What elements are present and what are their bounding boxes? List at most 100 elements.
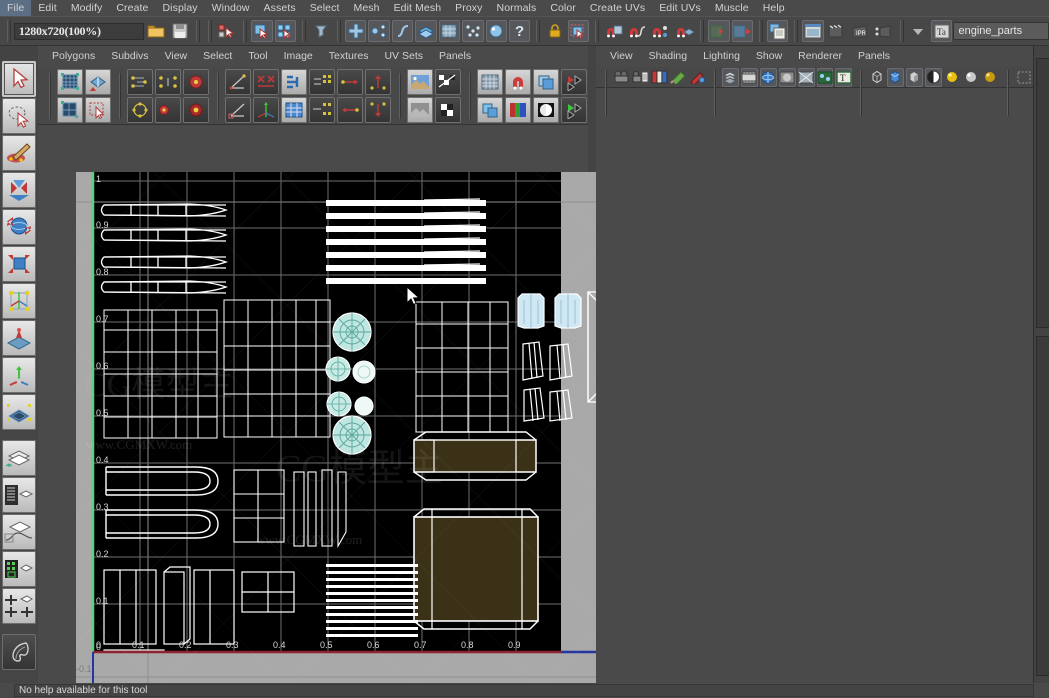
menu-item-window[interactable]: Window (205, 0, 257, 16)
persp-menu-item-view[interactable]: View (602, 46, 641, 67)
right-panel-section-1[interactable] (1036, 58, 1049, 328)
snap-to-curve-icon[interactable] (391, 20, 414, 42)
magnet-curve-icon[interactable] (626, 20, 647, 42)
hardware-texture-icon[interactable] (759, 67, 777, 87)
menu-item-modify[interactable]: Modify (64, 0, 110, 16)
uv-menu-item-textures[interactable]: Textures (321, 46, 377, 67)
menu-item-edit-uvs[interactable]: Edit UVs (652, 0, 708, 16)
paint-effects-icon[interactable] (2, 634, 36, 670)
uv-cycle-icon[interactable] (155, 96, 181, 123)
universal-manipulator-tool[interactable] (2, 283, 36, 319)
select-tool[interactable] (2, 61, 36, 97)
persp-graph-layout[interactable] (2, 514, 36, 550)
menu-item-select[interactable]: Select (303, 0, 347, 16)
paint-scene-icon[interactable] (670, 68, 687, 87)
uv-image-display-icon[interactable] (407, 68, 433, 95)
lighting-icon[interactable] (778, 67, 796, 87)
uv-move-sew-icon[interactable] (253, 96, 279, 123)
single-perspective-layout[interactable] (2, 440, 36, 476)
uv-unitize-icon[interactable] (183, 96, 209, 123)
uv-grid-toggle-icon[interactable] (477, 68, 503, 95)
magnet-point-icon[interactable] (650, 20, 671, 42)
menu-item-normals[interactable]: Normals (490, 0, 544, 16)
uv-menu-item-polygons[interactable]: Polygons (44, 46, 103, 67)
all-lights-icon[interactable] (963, 68, 980, 87)
uv-shade-toggle-icon[interactable] (477, 96, 503, 123)
uv-magnet-snap-icon[interactable] (505, 68, 531, 95)
rotate-tool[interactable] (2, 209, 36, 245)
construction-history-icon[interactable] (485, 20, 507, 42)
menu-item-muscle[interactable]: Muscle (708, 0, 756, 16)
smooth-shade-icon[interactable] (740, 67, 758, 87)
outliner-persp-layout[interactable] (2, 477, 36, 513)
default-light-icon[interactable] (944, 68, 961, 87)
selection-name-field[interactable]: engine_parts (953, 22, 1049, 40)
attribute-editor-icon[interactable] (766, 20, 789, 42)
soft-modification-tool[interactable] (2, 320, 36, 356)
scale-tool[interactable] (2, 246, 36, 282)
bookmark-icon[interactable] (651, 68, 668, 87)
render-view-icon[interactable] (802, 20, 824, 42)
uv-flip-icon[interactable] (85, 68, 111, 95)
render-current-frame-icon[interactable] (826, 20, 847, 42)
menu-item-proxy[interactable]: Proxy (448, 0, 489, 16)
flat-shade-cube-icon[interactable] (906, 67, 924, 87)
lock-icon[interactable] (544, 20, 565, 42)
uv-split-icon[interactable] (225, 96, 251, 123)
magnet-grid-icon[interactable] (603, 20, 624, 42)
uv-checker-toggle-icon[interactable] (435, 68, 461, 95)
menu-item-file[interactable]: File (0, 0, 32, 16)
make-live-icon[interactable] (462, 20, 484, 42)
xray-icon[interactable] (797, 67, 815, 87)
uv-scale-uv-icon[interactable] (155, 68, 181, 95)
uv-layout-icon[interactable] (281, 68, 307, 95)
show-manipulator-tool[interactable] (2, 357, 36, 393)
uv-rotate-uv-icon[interactable] (127, 96, 153, 123)
uv-isolate-select-icon[interactable] (561, 68, 587, 95)
uv-menu-item-uv-sets[interactable]: UV Sets (376, 46, 431, 67)
snap-to-view-plane-icon[interactable] (415, 20, 437, 42)
open-folder-icon[interactable] (145, 20, 166, 42)
quick-select-set-icon[interactable]: Ta (931, 20, 953, 42)
smooth-shade-cube-icon[interactable] (887, 67, 905, 87)
camera-attributes-icon[interactable] (632, 68, 649, 87)
selection-mask-icon[interactable] (216, 20, 237, 42)
shadows-icon[interactable] (982, 68, 999, 87)
uv-shell-select-icon[interactable] (57, 96, 83, 123)
isolate-select-icon[interactable] (1015, 68, 1032, 87)
uv-normalize-icon[interactable] (183, 68, 209, 95)
uv-image-dim-icon[interactable] (407, 96, 433, 123)
last-tool-used[interactable] (2, 394, 36, 430)
textured-cube-icon[interactable] (925, 67, 943, 87)
uv-align-max-v-icon[interactable] (365, 96, 391, 123)
hypershade-persp-layout[interactable] (2, 551, 36, 587)
uv-rgb-channel-icon[interactable] (505, 96, 531, 123)
four-view-layout[interactable] (2, 588, 36, 624)
uv-menu-item-tool[interactable]: Tool (240, 46, 275, 67)
persp-menu-item-lighting[interactable]: Lighting (695, 46, 748, 67)
wireframe-cube-icon[interactable] (869, 68, 886, 87)
menu-item-create[interactable]: Create (109, 0, 155, 16)
input-connection-icon[interactable] (708, 20, 730, 42)
uv-checker-alt-icon[interactable] (435, 96, 461, 123)
save-icon[interactable] (169, 20, 190, 42)
uv-menu-item-select[interactable]: Select (195, 46, 240, 67)
uv-align-min-u-icon[interactable] (337, 68, 363, 95)
render-settings-icon[interactable] (872, 20, 893, 42)
uv-grid-icon[interactable] (57, 68, 83, 95)
menu-item-mesh[interactable]: Mesh (347, 0, 387, 16)
persp-menu-item-shading[interactable]: Shading (641, 46, 696, 67)
right-panel-section-2[interactable] (1036, 336, 1049, 676)
uv-cut-edge-icon[interactable] (225, 68, 251, 95)
text-overlay-icon[interactable]: T (835, 67, 853, 87)
chevron-down-icon[interactable] (908, 20, 929, 42)
xray-joints-icon[interactable] (816, 67, 834, 87)
persp-menu-item-show[interactable]: Show (748, 46, 790, 67)
uv-align-min-v-icon[interactable] (365, 68, 391, 95)
wireframe-icon[interactable] (722, 67, 739, 87)
persp-menu-item-panels[interactable]: Panels (850, 46, 898, 67)
snap-to-point-icon[interactable] (368, 20, 390, 42)
paint-selection-tool[interactable] (2, 135, 36, 171)
uv-alpha-channel-icon[interactable] (533, 96, 559, 123)
right-panel-strip[interactable] (1033, 46, 1049, 685)
